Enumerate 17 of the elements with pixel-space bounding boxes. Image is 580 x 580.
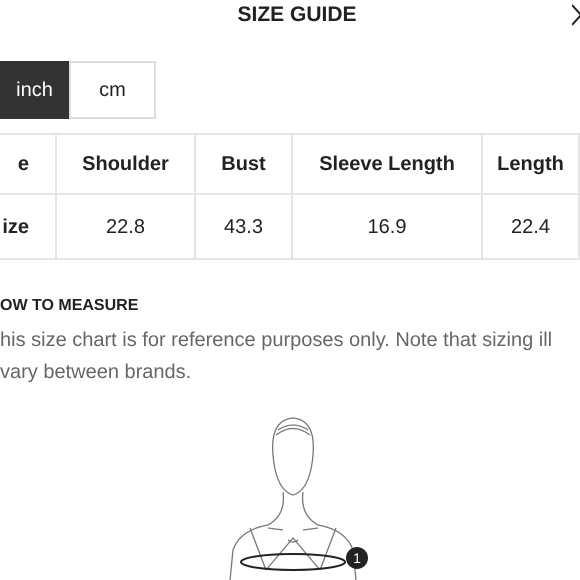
step-marker: 1 bbox=[346, 547, 368, 569]
column-header: Bust bbox=[221, 152, 266, 177]
close-icon[interactable] bbox=[572, 4, 580, 26]
column-header: Sleeve Length bbox=[319, 152, 455, 177]
section-heading: OW TO MEASURE bbox=[0, 296, 140, 316]
measure-note: his size chart is for reference purposes only. Note that sizing ill vary between brands. bbox=[0, 328, 554, 385]
column-header: e bbox=[18, 152, 29, 177]
column-header: Shoulder bbox=[82, 152, 169, 177]
table-cell-text: 22.4 bbox=[511, 214, 550, 240]
column-header: Length bbox=[497, 152, 564, 177]
table-cell-text: 22.8 bbox=[106, 214, 145, 240]
unit-tab[interactable]: inch bbox=[0, 61, 69, 119]
table-cell-text: 43.3 bbox=[224, 214, 263, 240]
table-cell-text: 16.9 bbox=[368, 214, 406, 240]
table-cell-text: ize bbox=[2, 214, 29, 240]
unit-tab[interactable]: cm bbox=[69, 61, 156, 119]
page-title: SIZE GUIDE bbox=[237, 2, 357, 28]
